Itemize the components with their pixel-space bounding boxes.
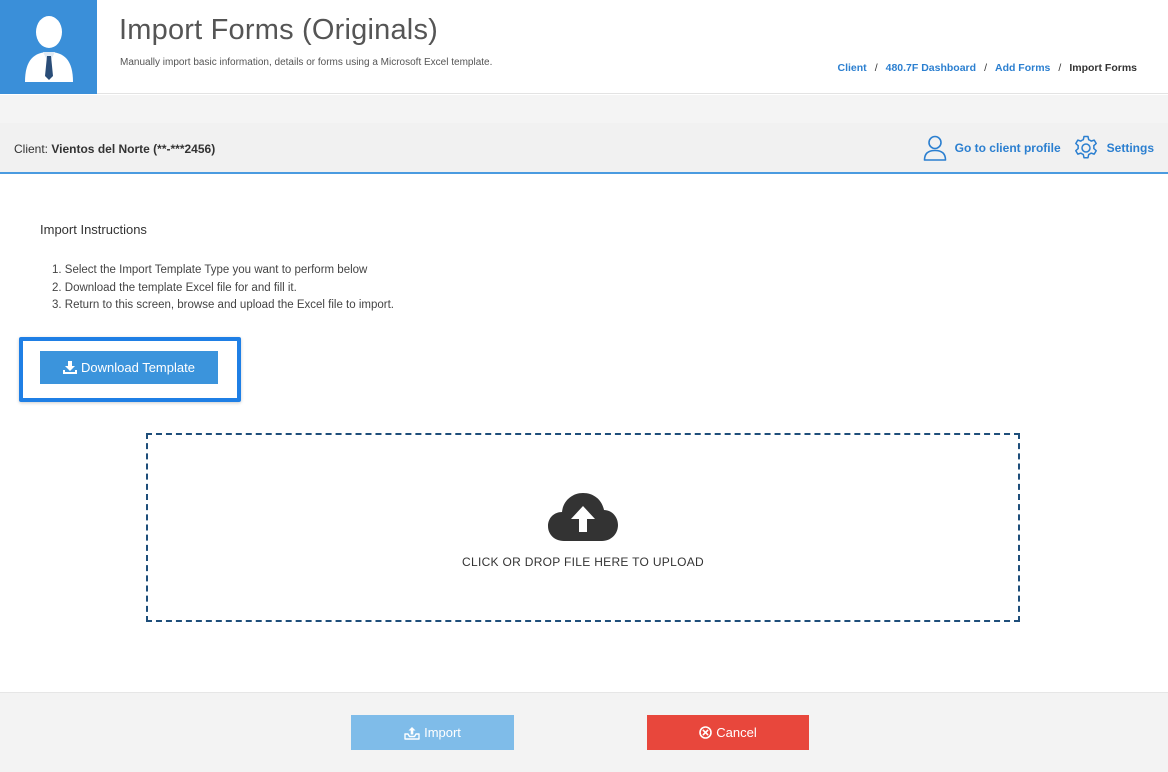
header-spacer: [0, 95, 1168, 123]
download-template-button[interactable]: Download Template: [40, 351, 218, 384]
import-button[interactable]: Import: [351, 715, 514, 750]
breadcrumb-item-current: Import Forms: [1069, 62, 1137, 74]
breadcrumb-separator: /: [874, 62, 878, 74]
client-prefix: Client:: [14, 142, 49, 156]
client-name: Vientos del Norte (**-***2456): [51, 142, 216, 156]
breadcrumb-item-add-forms[interactable]: Add Forms: [995, 62, 1050, 74]
breadcrumb-item-client[interactable]: Client: [838, 62, 867, 74]
import-icon: [404, 726, 420, 740]
avatar: [0, 0, 97, 94]
page-header: Import Forms (Originals) Manually import…: [0, 0, 1168, 94]
breadcrumb-separator: /: [1058, 62, 1062, 74]
cloud-upload-icon: [548, 492, 618, 541]
profile-link-label: Go to client profile: [954, 141, 1061, 155]
cancel-label: Cancel: [716, 725, 757, 740]
import-label: Import: [424, 725, 461, 740]
cancel-button[interactable]: Cancel: [647, 715, 809, 750]
instructions-title: Import Instructions: [40, 222, 147, 237]
file-dropzone[interactable]: CLICK OR DROP FILE HERE TO UPLOAD: [146, 433, 1020, 622]
cancel-circle-icon: [699, 726, 713, 739]
download-template-label: Download Template: [81, 360, 195, 375]
client-actions: Go to client profile Settings: [923, 135, 1154, 161]
user-outline-icon: [923, 135, 946, 161]
user-avatar-icon: [24, 16, 73, 82]
page-title: Import Forms (Originals): [119, 14, 438, 46]
breadcrumb-separator: /: [984, 62, 987, 74]
go-to-client-profile-link[interactable]: Go to client profile: [923, 135, 1061, 161]
client-label: Client: Vientos del Norte (**-***2456): [14, 142, 215, 156]
instruction-step: 3. Return to this screen, browse and upl…: [52, 299, 394, 311]
page-subtitle: Manually import basic information, detai…: [120, 57, 493, 68]
dropzone-label: CLICK OR DROP FILE HERE TO UPLOAD: [462, 554, 704, 569]
breadcrumb: Client / 480.7F Dashboard / Add Forms / …: [838, 62, 1137, 74]
settings-link[interactable]: Settings: [1073, 135, 1154, 161]
form-footer: Import Cancel: [0, 692, 1168, 772]
instructions-list: 1. Select the Import Template Type you w…: [52, 262, 394, 315]
client-bar: Client: Vientos del Norte (**-***2456) G…: [0, 123, 1168, 174]
instruction-step: 2. Download the template Excel file for …: [52, 281, 297, 294]
gear-icon: [1074, 135, 1097, 159]
download-icon: [63, 361, 78, 374]
settings-link-label: Settings: [1106, 141, 1154, 155]
instruction-step: 1. Select the Import Template Type you w…: [52, 264, 368, 276]
breadcrumb-item-dashboard[interactable]: 480.7F Dashboard: [886, 62, 976, 74]
